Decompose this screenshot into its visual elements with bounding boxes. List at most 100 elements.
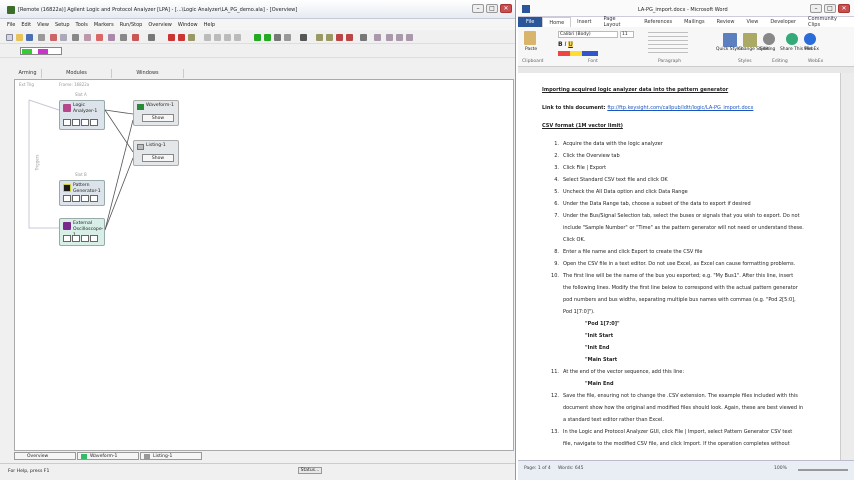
change-styles-icon[interactable] [743, 33, 757, 47]
cursor-icon[interactable] [96, 34, 103, 41]
properties2-icon[interactable] [386, 34, 393, 41]
goto-icon[interactable] [188, 34, 195, 41]
tab-mailings[interactable]: Mailings [678, 19, 711, 25]
logic-analyzer-module[interactable]: Logic Analyzer-1 [59, 100, 105, 130]
pattern-generator-module[interactable]: Pattern Generator-1 [59, 180, 105, 206]
zoom-out-icon[interactable] [120, 34, 127, 41]
tool-icon[interactable] [81, 195, 89, 202]
close-button[interactable]: ✕ [838, 4, 850, 13]
tab-waveform[interactable]: Waveform-1 [77, 452, 139, 460]
signal-icon[interactable] [336, 34, 343, 41]
tab-view[interactable]: View [740, 19, 764, 25]
tool-icon[interactable] [90, 235, 98, 242]
trigger-icon[interactable] [300, 34, 307, 41]
tool-icon[interactable] [81, 235, 89, 242]
tool-icon[interactable] [72, 195, 80, 202]
tool-icon[interactable] [63, 119, 71, 126]
marker-a-icon[interactable] [168, 34, 175, 41]
tool-icon[interactable] [72, 119, 80, 126]
marker-b-icon[interactable] [178, 34, 185, 41]
tab-references[interactable]: References [638, 19, 678, 25]
menu-markers[interactable]: Markers [91, 22, 117, 28]
properties-icon[interactable] [374, 34, 381, 41]
waveform-tool-icon[interactable] [204, 34, 211, 41]
external-oscilloscope-module[interactable]: External Oscilloscope-1 [59, 218, 105, 246]
tab-label: Listing-1 [153, 454, 173, 459]
italic-button[interactable]: I [565, 41, 567, 48]
paragraph-tools-icon[interactable] [648, 32, 688, 54]
editing-icon[interactable] [763, 33, 775, 45]
signal2-icon[interactable] [346, 34, 353, 41]
zoom-fit-icon[interactable] [132, 34, 139, 41]
tool-icon[interactable] [90, 119, 98, 126]
document-page[interactable]: Importing acquired logic analyzer data i… [518, 73, 840, 460]
menu-run-stop[interactable]: Run/Stop [117, 22, 146, 28]
bus2-icon[interactable] [326, 34, 333, 41]
zoom-slider[interactable] [798, 469, 848, 471]
run-icon[interactable] [254, 34, 261, 41]
tab-review[interactable]: Review [711, 19, 741, 25]
tab-insert[interactable]: Insert [571, 19, 597, 25]
show-waveform-button[interactable]: Show [142, 114, 174, 122]
listing-window-box[interactable]: Listing-1 Show [133, 140, 179, 166]
open-folder-icon[interactable] [16, 34, 23, 41]
copy-icon[interactable] [60, 34, 67, 41]
maximize-button[interactable]: □ [486, 4, 498, 13]
minimize-button[interactable]: – [810, 4, 822, 13]
font-name-select[interactable]: Calibri (Body) [558, 31, 618, 38]
tool-icon[interactable] [63, 235, 71, 242]
run-repetitive-icon[interactable] [264, 34, 271, 41]
doc-link[interactable]: ftp://ftp.keysight.com/callpub/ldtt/logi… [607, 105, 753, 111]
share-file-icon[interactable] [786, 33, 798, 45]
close-button[interactable]: ✕ [500, 4, 512, 13]
font-size-select[interactable]: 11 [620, 31, 634, 38]
tab-home[interactable]: Home [542, 17, 572, 27]
webex-icon[interactable] [804, 33, 816, 45]
tool-icon[interactable] [63, 195, 71, 202]
menu-window[interactable]: Window [175, 22, 201, 28]
module-selector[interactable] [20, 47, 62, 55]
waveform-tool4-icon[interactable] [234, 34, 241, 41]
waveform-tool3-icon[interactable] [224, 34, 231, 41]
tab-file[interactable]: File [518, 17, 543, 27]
font-color-icon[interactable] [558, 51, 598, 56]
properties3-icon[interactable] [396, 34, 403, 41]
quick-styles-icon[interactable] [723, 33, 737, 47]
tab-listing[interactable]: Listing-1 [140, 452, 202, 460]
cut-icon[interactable] [50, 34, 57, 41]
maximize-button[interactable]: □ [824, 4, 836, 13]
bold-button[interactable]: B [558, 41, 563, 48]
vertical-scrollbar[interactable] [840, 73, 854, 460]
menu-setup[interactable]: Setup [52, 22, 73, 28]
search-icon[interactable] [148, 34, 155, 41]
waveform-tool2-icon[interactable] [214, 34, 221, 41]
underline-button[interactable]: U [568, 41, 573, 48]
undo-icon[interactable] [72, 34, 79, 41]
save-icon[interactable] [26, 34, 33, 41]
menu-overview[interactable]: Overview [145, 22, 175, 28]
measure-icon[interactable] [360, 34, 367, 41]
marker-icon[interactable] [84, 34, 91, 41]
waveform-window-box[interactable]: Waveform-1 Show [133, 100, 179, 126]
status-button[interactable]: Status... [298, 467, 322, 474]
bus-icon[interactable] [316, 34, 323, 41]
paste-icon[interactable] [524, 31, 536, 45]
menu-view[interactable]: View [34, 22, 52, 28]
tab-developer[interactable]: Developer [764, 19, 802, 25]
new-icon[interactable] [6, 34, 13, 41]
stop2-icon[interactable] [284, 34, 291, 41]
show-listing-button[interactable]: Show [142, 154, 174, 162]
minimize-button[interactable]: – [472, 4, 484, 13]
tab-overview[interactable]: Overview [14, 452, 76, 460]
zoom-in-icon[interactable] [108, 34, 115, 41]
stop-icon[interactable] [274, 34, 281, 41]
tool-icon[interactable] [90, 195, 98, 202]
menu-edit[interactable]: Edit [18, 22, 34, 28]
tool-icon[interactable] [81, 119, 89, 126]
menu-tools[interactable]: Tools [73, 22, 91, 28]
properties4-icon[interactable] [406, 34, 413, 41]
tool-icon[interactable] [72, 235, 80, 242]
menu-help[interactable]: Help [201, 22, 218, 28]
menu-file[interactable]: File [4, 22, 18, 28]
print-icon[interactable] [38, 34, 45, 41]
